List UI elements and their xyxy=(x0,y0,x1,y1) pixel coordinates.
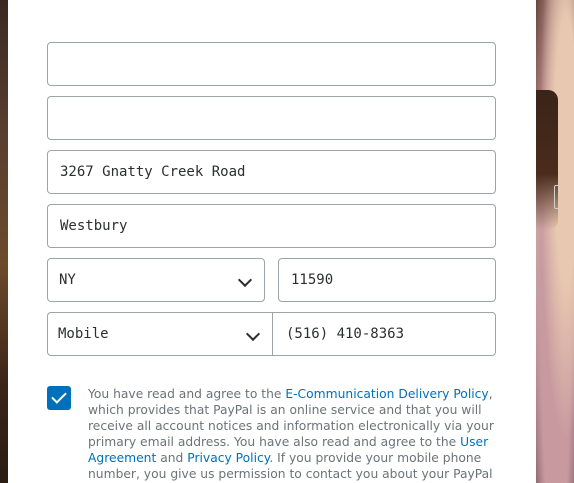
checkmark-icon xyxy=(51,388,67,404)
first-name-field[interactable] xyxy=(47,42,496,86)
signup-form-panel: 3267 Gnatty Creek Road Westbury NY 11590… xyxy=(8,0,536,483)
background-hair-shape xyxy=(536,90,558,230)
ecommunication-policy-link[interactable]: E-Communication Delivery Policy xyxy=(285,387,488,401)
consent-text-part-1: You have read and agree to the xyxy=(88,387,286,401)
background-photo-right xyxy=(536,0,574,483)
phone-type-value: Mobile xyxy=(58,326,109,342)
city-field[interactable]: Westbury xyxy=(47,204,496,248)
chevron-down-icon xyxy=(237,272,253,288)
city-value: Westbury xyxy=(60,218,128,234)
street-address-value: 3267 Gnatty Creek Road xyxy=(60,164,246,180)
consent-text-part-3: and xyxy=(156,451,188,465)
street-address-field[interactable]: 3267 Gnatty Creek Road xyxy=(47,150,496,194)
phone-number-value: (516) 410-8363 xyxy=(286,326,405,342)
privacy-policy-link[interactable]: Privacy Policy xyxy=(187,451,269,465)
chevron-down-icon xyxy=(245,326,261,342)
consent-text: You have read and agree to the E-Communi… xyxy=(88,386,498,482)
zip-code-value: 11590 xyxy=(291,272,334,288)
background-photo-left xyxy=(0,0,8,483)
phone-type-select[interactable]: Mobile xyxy=(48,313,273,355)
state-value: NY xyxy=(59,272,76,288)
last-name-field[interactable] xyxy=(47,96,496,140)
phone-group: Mobile (516) 410-8363 xyxy=(47,312,496,356)
background-earring-shape xyxy=(554,185,560,209)
state-select[interactable]: NY xyxy=(47,258,265,302)
consent-checkbox[interactable] xyxy=(47,386,71,410)
zip-code-field[interactable]: 11590 xyxy=(278,258,496,302)
phone-number-field[interactable]: (516) 410-8363 xyxy=(274,313,495,355)
